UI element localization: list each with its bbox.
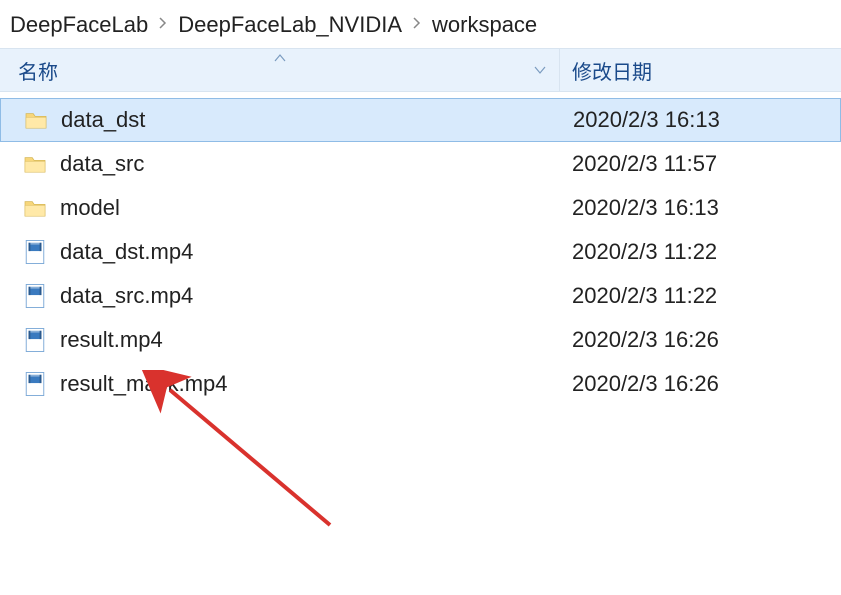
file-row[interactable]: data_src.mp4 2020/2/3 11:22 <box>0 274 841 318</box>
file-name: result.mp4 <box>60 327 163 353</box>
sort-ascending-icon <box>274 51 286 65</box>
file-name-cell: data_dst.mp4 <box>0 239 560 265</box>
file-name-cell: model <box>0 195 560 221</box>
chevron-down-icon[interactable] <box>533 62 547 78</box>
column-header-name[interactable]: 名称 <box>0 49 560 91</box>
file-row[interactable]: result.mp4 2020/2/3 16:26 <box>0 318 841 362</box>
video-file-icon <box>24 329 46 351</box>
file-name-cell: data_src <box>0 151 560 177</box>
file-name: data_dst.mp4 <box>60 239 193 265</box>
file-list: data_dst 2020/2/3 16:13 data_src 2020/2/3 1… <box>0 92 841 406</box>
column-header-name-label: 名称 <box>18 56 58 85</box>
file-date: 2020/2/3 11:22 <box>560 239 841 265</box>
video-file-icon <box>24 285 46 307</box>
file-name-cell: data_dst <box>1 107 561 133</box>
breadcrumb-item[interactable]: workspace <box>432 12 537 38</box>
video-file-icon <box>24 241 46 263</box>
file-name: result_mask.mp4 <box>60 371 228 397</box>
file-name: data_src <box>60 151 144 177</box>
file-date: 2020/2/3 16:26 <box>560 327 841 353</box>
file-name: data_src.mp4 <box>60 283 193 309</box>
file-name: data_dst <box>61 107 145 133</box>
folder-icon <box>24 153 46 175</box>
file-name-cell: data_src.mp4 <box>0 283 560 309</box>
file-name-cell: result.mp4 <box>0 327 560 353</box>
chevron-right-icon <box>158 16 168 35</box>
file-date: 2020/2/3 16:13 <box>561 107 840 133</box>
column-header-row: 名称 修改日期 <box>0 48 841 92</box>
file-row[interactable]: model 2020/2/3 16:13 <box>0 186 841 230</box>
file-name-cell: result_mask.mp4 <box>0 371 560 397</box>
file-row[interactable]: data_dst.mp4 2020/2/3 11:22 <box>0 230 841 274</box>
chevron-right-icon <box>412 16 422 35</box>
video-file-icon <box>24 373 46 395</box>
file-date: 2020/2/3 16:13 <box>560 195 841 221</box>
breadcrumb-item[interactable]: DeepFaceLab_NVIDIA <box>178 12 402 38</box>
folder-icon <box>24 197 46 219</box>
file-date: 2020/2/3 16:26 <box>560 371 841 397</box>
file-row[interactable]: data_src 2020/2/3 11:57 <box>0 142 841 186</box>
breadcrumb-item[interactable]: DeepFaceLab <box>10 12 148 38</box>
breadcrumb: DeepFaceLab DeepFaceLab_NVIDIA workspace <box>0 0 841 48</box>
file-date: 2020/2/3 11:22 <box>560 283 841 309</box>
column-header-date-label: 修改日期 <box>572 56 652 85</box>
file-row[interactable]: data_dst 2020/2/3 16:13 <box>0 98 841 142</box>
file-date: 2020/2/3 11:57 <box>560 151 841 177</box>
file-row[interactable]: result_mask.mp4 2020/2/3 16:26 <box>0 362 841 406</box>
folder-icon <box>25 109 47 131</box>
column-header-date[interactable]: 修改日期 <box>560 49 841 91</box>
file-name: model <box>60 195 120 221</box>
